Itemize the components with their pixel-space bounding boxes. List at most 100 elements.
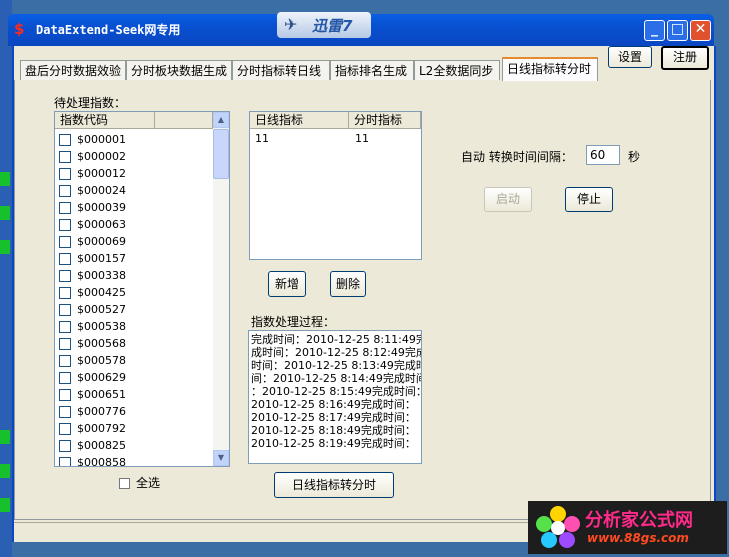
code-list-item[interactable]: $000063 [59, 217, 126, 233]
checkbox-icon[interactable] [59, 423, 71, 435]
desktop-strip [0, 498, 10, 512]
code-list-item[interactable]: $000001 [59, 132, 126, 148]
code-label: $000629 [77, 371, 126, 384]
column-header-blank[interactable] [155, 112, 213, 129]
checkbox-icon[interactable] [59, 270, 71, 282]
tab-minute-data-verify[interactable]: 盘后分时数据效验 [20, 60, 126, 80]
interval-input[interactable]: 60 [586, 145, 620, 165]
code-list-item[interactable]: $000792 [59, 421, 126, 437]
column-header-minute[interactable]: 分时指标 [349, 112, 421, 129]
code-list-item[interactable]: $000338 [59, 268, 126, 284]
code-list-item[interactable]: $000568 [59, 336, 126, 352]
checkbox-icon[interactable] [59, 287, 71, 299]
vertical-scrollbar[interactable]: ▲ ▼ [213, 112, 229, 466]
checkbox-icon[interactable] [59, 168, 71, 180]
code-list-item[interactable]: $000776 [59, 404, 126, 420]
window-title: DataExtend-Seek网专用 [36, 23, 181, 37]
pending-list[interactable]: 指数代码 $000001 $000002 $000012 $000024 $000039… [54, 111, 230, 467]
code-list-item[interactable]: $000024 [59, 183, 126, 199]
log-line: 成时间：2010-12-25 8:12:49完成 [251, 346, 422, 359]
checkbox-icon[interactable] [59, 253, 71, 265]
code-list-item[interactable]: $000825 [59, 438, 126, 454]
checkbox-icon[interactable] [59, 440, 71, 452]
log-label: 指数处理过程： [251, 315, 336, 329]
checkbox-icon[interactable] [59, 151, 71, 163]
log-line: 间：2010-12-25 8:14:49完成时间 [251, 372, 422, 385]
desktop-strip [0, 430, 10, 444]
checkbox-icon[interactable] [59, 406, 71, 418]
code-list-item[interactable]: $000527 [59, 302, 126, 318]
convert-button[interactable]: 日线指标转分时 [274, 472, 394, 498]
code-label: $000792 [77, 422, 126, 435]
code-list-item[interactable]: $000629 [59, 370, 126, 386]
bird-icon: ✈ [284, 15, 298, 34]
checkbox-icon[interactable] [59, 372, 71, 384]
checkbox-icon[interactable] [59, 134, 71, 146]
code-list-item[interactable]: $000012 [59, 166, 126, 182]
tab-l2-sync[interactable]: L2全数据同步 [414, 60, 500, 80]
register-button[interactable]: 注册 [661, 46, 709, 70]
checkbox-icon[interactable] [59, 457, 71, 466]
code-label: $000002 [77, 150, 126, 163]
select-all-checkbox[interactable]: 全选 [119, 474, 160, 491]
flower-logo-icon [536, 506, 580, 548]
pending-label: 待处理指数： [54, 96, 127, 110]
watermark-title: 分析家公式网 [585, 510, 693, 531]
indicator-mapping-list[interactable]: 日线指标 分时指标 11 11 [249, 111, 422, 260]
code-list-item[interactable]: $000578 [59, 353, 126, 369]
tab-indicator-ranking[interactable]: 指标排名生成 [330, 60, 414, 80]
desktop-strip [0, 240, 10, 254]
tab-daily-to-minute[interactable]: 日线指标转分时 [502, 57, 598, 81]
code-label: $000527 [77, 303, 126, 316]
code-list-item[interactable]: $000651 [59, 387, 126, 403]
add-button[interactable]: 新增 [268, 271, 306, 297]
log-line: 2010-12-25 8:19:49完成时间： [251, 437, 416, 450]
checkbox-icon[interactable] [119, 478, 130, 489]
desktop-strip [0, 206, 10, 220]
tab-minute-block-gen[interactable]: 分时板块数据生成 [126, 60, 232, 80]
code-list-item[interactable]: $000002 [59, 149, 126, 165]
code-label: $000069 [77, 235, 126, 248]
scroll-up-icon[interactable]: ▲ [213, 112, 229, 128]
checkbox-icon[interactable] [59, 202, 71, 214]
checkbox-icon[interactable] [59, 389, 71, 401]
checkbox-icon[interactable] [59, 236, 71, 248]
code-label: $000651 [77, 388, 126, 401]
minimize-button[interactable]: _ [644, 20, 665, 41]
mapping-minute-value[interactable]: 11 [355, 132, 369, 145]
tab-minute-to-daily[interactable]: 分时指标转日线 [232, 60, 330, 80]
code-list-item[interactable]: $000538 [59, 319, 126, 335]
process-log[interactable]: 完成时间：2010-12-25 8:11:49完 成时间：2010-12-25 8… [248, 330, 422, 464]
stop-button[interactable]: 停止 [565, 187, 613, 212]
code-list-item[interactable]: $000858 [59, 455, 126, 466]
checkbox-icon[interactable] [59, 321, 71, 333]
column-header-daily[interactable]: 日线指标 [250, 112, 349, 129]
column-header-code[interactable]: 指数代码 [55, 112, 155, 129]
xunlei-label: 迅雷7 [312, 17, 353, 35]
code-list-item[interactable]: $000069 [59, 234, 126, 250]
code-list-item[interactable]: $000157 [59, 251, 126, 267]
checkbox-icon[interactable] [59, 219, 71, 231]
maximize-button[interactable]: □ [667, 20, 688, 41]
start-button[interactable]: 启动 [484, 187, 532, 212]
checkbox-icon[interactable] [59, 185, 71, 197]
code-label: $000568 [77, 337, 126, 350]
code-label: $000776 [77, 405, 126, 418]
log-line: 2010-12-25 8:16:49完成时间： [251, 398, 416, 411]
mapping-daily-value[interactable]: 11 [255, 132, 269, 145]
log-line: 时间：2010-12-25 8:13:49完成时 [251, 359, 422, 372]
code-list-item[interactable]: $000039 [59, 200, 126, 216]
checkbox-icon[interactable] [59, 304, 71, 316]
code-list-item[interactable]: $000425 [59, 285, 126, 301]
scroll-down-icon[interactable]: ▼ [213, 450, 229, 466]
delete-button[interactable]: 删除 [330, 271, 366, 297]
scroll-thumb[interactable] [213, 129, 229, 179]
checkbox-icon[interactable] [59, 338, 71, 350]
desktop-strip [0, 172, 10, 186]
log-line: 2010-12-25 8:17:49完成时间： [251, 411, 416, 424]
checkbox-icon[interactable] [59, 355, 71, 367]
settings-button[interactable]: 设置 [608, 46, 652, 68]
code-label: $000425 [77, 286, 126, 299]
code-label: $000338 [77, 269, 126, 282]
close-button[interactable]: ✕ [690, 20, 711, 41]
